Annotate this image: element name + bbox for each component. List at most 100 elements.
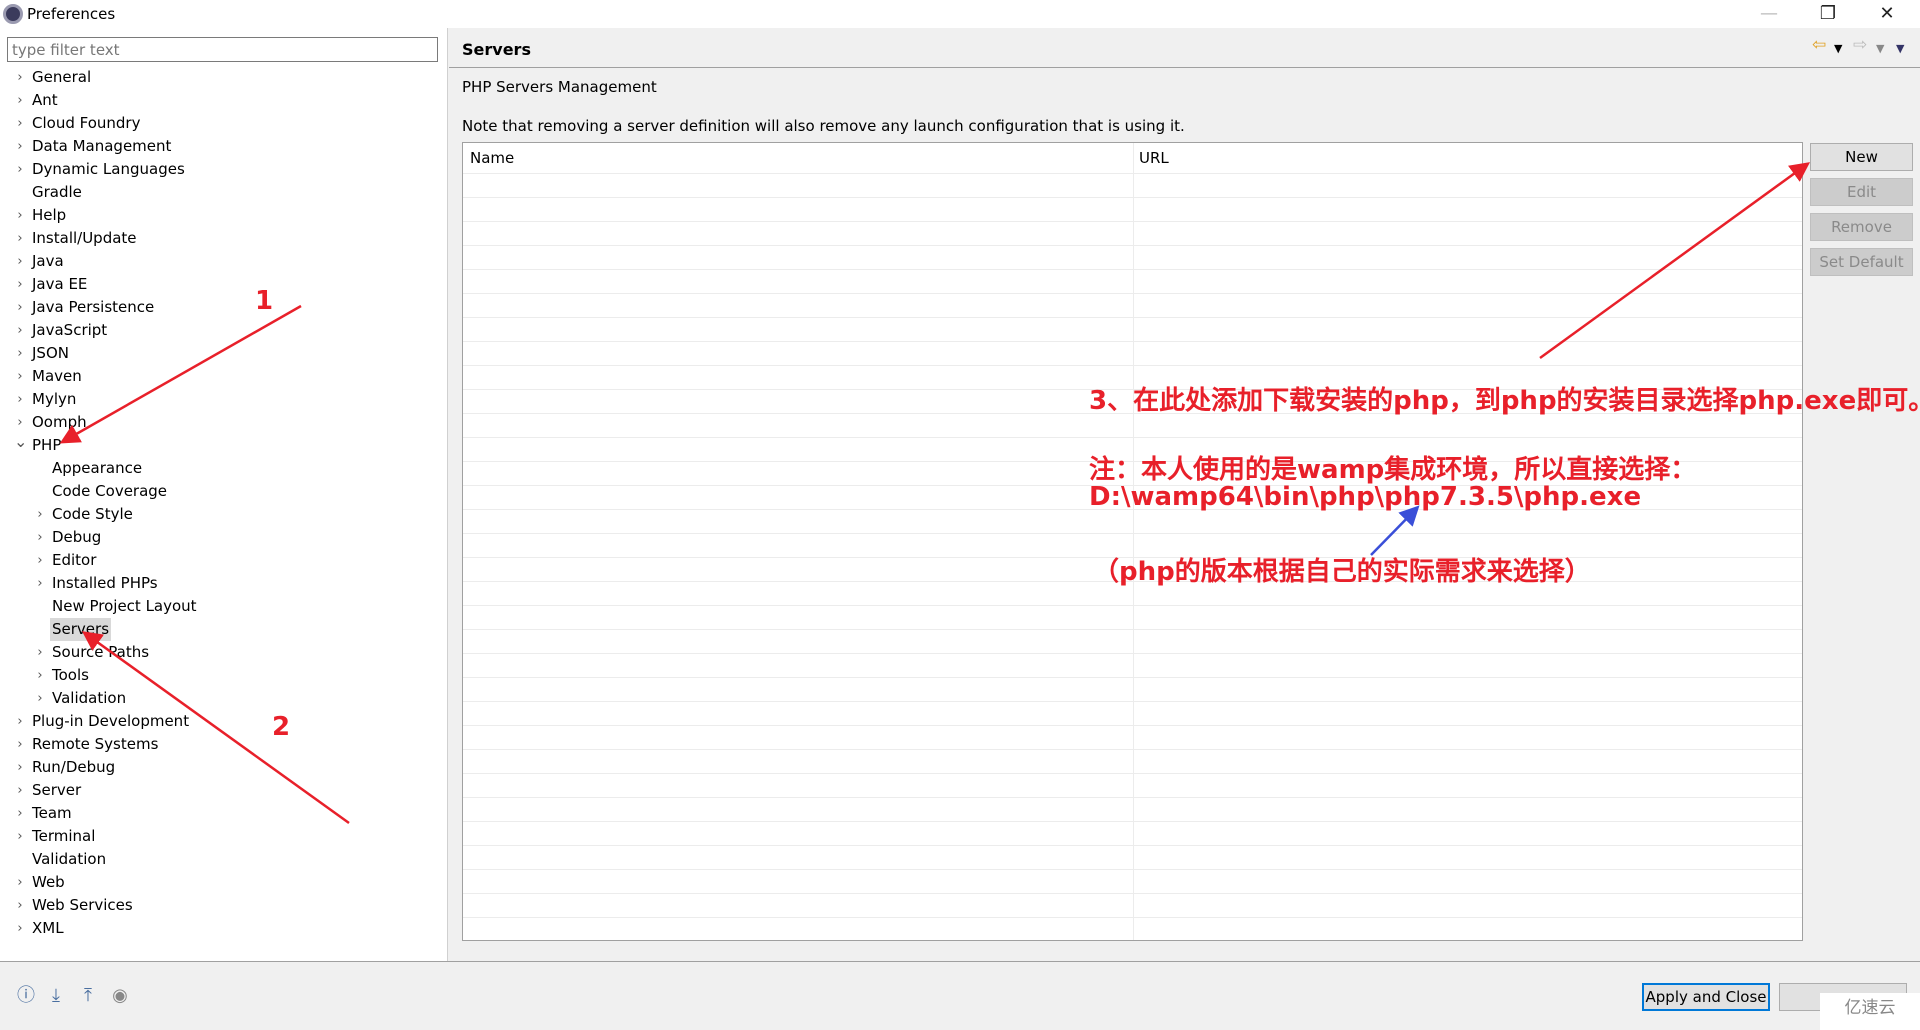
- back-arrow-icon[interactable]: ⇦: [1812, 35, 1826, 55]
- table-row[interactable]: [463, 845, 1802, 846]
- tree-item[interactable]: Java Persistence: [30, 296, 156, 319]
- set-default-button[interactable]: Set Default: [1810, 248, 1913, 276]
- table-row[interactable]: [463, 749, 1802, 750]
- tree-item[interactable]: Run/Debug: [30, 756, 117, 779]
- tree-item[interactable]: Mylyn: [30, 388, 78, 411]
- column-header-url[interactable]: URL: [1139, 149, 1169, 167]
- tree-item[interactable]: JavaScript: [30, 319, 109, 342]
- table-row[interactable]: [463, 821, 1802, 822]
- tree-item[interactable]: Maven: [30, 365, 84, 388]
- tree-item[interactable]: Servers: [50, 618, 112, 641]
- chevron-right-icon[interactable]: ›: [14, 116, 26, 131]
- table-row[interactable]: [463, 221, 1802, 222]
- tree-item[interactable]: Installed PHPs: [50, 572, 160, 595]
- tree-item[interactable]: Java: [30, 250, 66, 273]
- table-row[interactable]: [463, 869, 1802, 870]
- chevron-right-icon[interactable]: ›: [14, 392, 26, 407]
- chevron-right-icon[interactable]: ›: [14, 829, 26, 844]
- tree-item[interactable]: Terminal: [30, 825, 97, 848]
- chevron-right-icon[interactable]: ›: [14, 875, 26, 890]
- tree-item[interactable]: Help: [30, 204, 68, 227]
- table-row[interactable]: [463, 677, 1802, 678]
- chevron-right-icon[interactable]: ›: [34, 668, 46, 683]
- chevron-right-icon[interactable]: ›: [34, 645, 46, 660]
- edit-button[interactable]: Edit: [1810, 178, 1913, 206]
- tree-item[interactable]: Code Coverage: [50, 480, 169, 503]
- chevron-right-icon[interactable]: ›: [34, 576, 46, 591]
- tree-item[interactable]: Dynamic Languages: [30, 158, 187, 181]
- table-row[interactable]: [463, 893, 1802, 894]
- chevron-right-icon[interactable]: ›: [14, 277, 26, 292]
- chevron-right-icon[interactable]: ›: [14, 231, 26, 246]
- table-row[interactable]: [463, 245, 1802, 246]
- chevron-right-icon[interactable]: ›: [14, 737, 26, 752]
- chevron-right-icon[interactable]: ›: [14, 208, 26, 223]
- chevron-right-icon[interactable]: ›: [14, 162, 26, 177]
- table-row[interactable]: [463, 605, 1802, 606]
- table-row[interactable]: [463, 653, 1802, 654]
- remove-button[interactable]: Remove: [1810, 213, 1913, 241]
- tree-item[interactable]: Install/Update: [30, 227, 139, 250]
- back-dropdown-icon[interactable]: ▼: [1834, 42, 1842, 55]
- chevron-right-icon[interactable]: ›: [14, 415, 26, 430]
- forward-dropdown-icon[interactable]: ▼: [1876, 42, 1884, 55]
- tree-item[interactable]: Data Management: [30, 135, 173, 158]
- tree-item[interactable]: Ant: [30, 89, 60, 112]
- table-row[interactable]: [463, 701, 1802, 702]
- tree-item[interactable]: Validation: [50, 687, 128, 710]
- chevron-right-icon[interactable]: ›: [14, 806, 26, 821]
- tree-item[interactable]: Tools: [50, 664, 91, 687]
- table-row[interactable]: [463, 773, 1802, 774]
- import-icon[interactable]: ⤓: [45, 985, 67, 1007]
- tree-item[interactable]: XML: [30, 917, 66, 940]
- help-icon[interactable]: ⓘ: [15, 985, 37, 1007]
- tree-item[interactable]: PHP: [30, 434, 63, 457]
- table-row[interactable]: [463, 197, 1802, 198]
- tree-item[interactable]: JSON: [30, 342, 71, 365]
- tree-item[interactable]: Oomph: [30, 411, 89, 434]
- view-menu-icon[interactable]: ▼: [1896, 42, 1904, 55]
- chevron-right-icon[interactable]: ›: [34, 530, 46, 545]
- minimize-button[interactable]: —: [1746, 2, 1792, 26]
- tree-item[interactable]: Validation: [30, 848, 108, 871]
- close-button[interactable]: ✕: [1864, 2, 1910, 26]
- chevron-right-icon[interactable]: ›: [14, 921, 26, 936]
- record-icon[interactable]: ◉: [109, 985, 131, 1007]
- new-button[interactable]: New: [1810, 143, 1913, 171]
- chevron-right-icon[interactable]: ›: [14, 323, 26, 338]
- table-row[interactable]: [463, 533, 1802, 534]
- table-row[interactable]: [463, 725, 1802, 726]
- tree-item[interactable]: Editor: [50, 549, 98, 572]
- chevron-right-icon[interactable]: ›: [34, 507, 46, 522]
- tree-item[interactable]: Remote Systems: [30, 733, 160, 756]
- tree-item[interactable]: Server: [30, 779, 83, 802]
- table-row[interactable]: [463, 365, 1802, 366]
- table-row[interactable]: [463, 317, 1802, 318]
- chevron-right-icon[interactable]: ›: [14, 346, 26, 361]
- chevron-right-icon[interactable]: ›: [14, 783, 26, 798]
- chevron-right-icon[interactable]: ›: [14, 760, 26, 775]
- tree-item[interactable]: New Project Layout: [50, 595, 199, 618]
- table-row[interactable]: [463, 293, 1802, 294]
- tree-item[interactable]: Java EE: [30, 273, 89, 296]
- tree-item[interactable]: Plug-in Development: [30, 710, 191, 733]
- tree-item[interactable]: Source Paths: [50, 641, 151, 664]
- chevron-down-icon[interactable]: ⌄: [14, 432, 27, 451]
- tree-item[interactable]: Web: [30, 871, 67, 894]
- table-row[interactable]: [463, 437, 1802, 438]
- tree-item[interactable]: Gradle: [30, 181, 84, 204]
- chevron-right-icon[interactable]: ›: [14, 300, 26, 315]
- tree-item[interactable]: Web Services: [30, 894, 135, 917]
- tree-item[interactable]: Cloud Foundry: [30, 112, 142, 135]
- tree-item[interactable]: General: [30, 66, 93, 89]
- chevron-right-icon[interactable]: ›: [14, 139, 26, 154]
- chevron-right-icon[interactable]: ›: [14, 714, 26, 729]
- apply-and-close-button[interactable]: Apply and Close: [1642, 983, 1770, 1011]
- table-row[interactable]: [463, 341, 1802, 342]
- servers-table[interactable]: Name URL: [462, 142, 1803, 941]
- table-row[interactable]: [463, 173, 1802, 174]
- chevron-right-icon[interactable]: ›: [14, 898, 26, 913]
- chevron-right-icon[interactable]: ›: [34, 553, 46, 568]
- chevron-right-icon[interactable]: ›: [34, 691, 46, 706]
- export-icon[interactable]: ⤒: [77, 985, 99, 1007]
